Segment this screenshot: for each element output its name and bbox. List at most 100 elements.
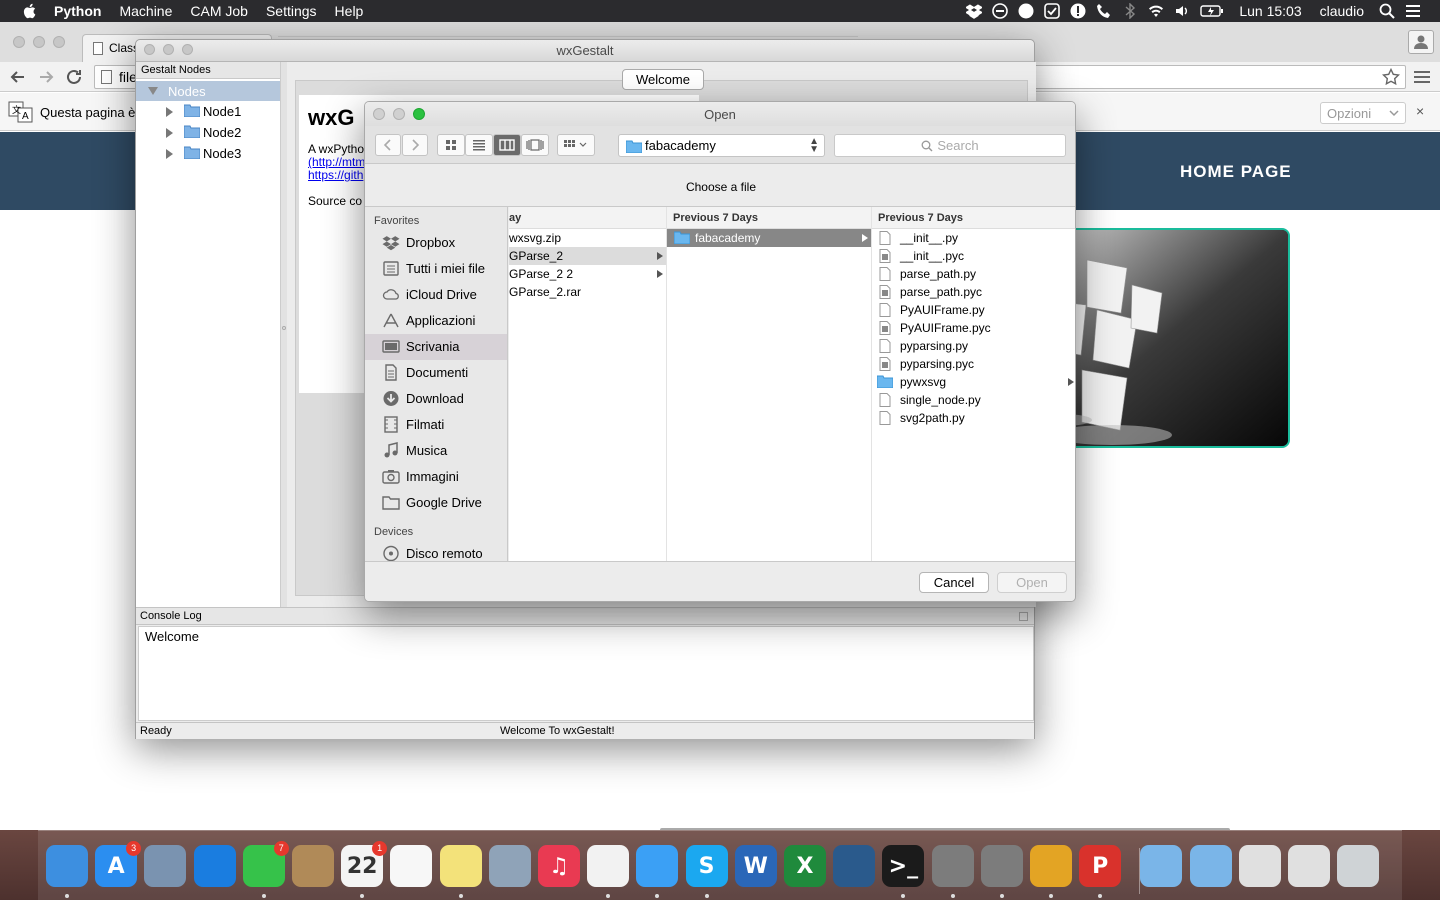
dock-finder-icon[interactable] <box>46 845 88 887</box>
list-item[interactable]: GParse_2 <box>509 247 666 265</box>
dock-safari-icon[interactable] <box>193 845 236 887</box>
browser-minimize-button[interactable] <box>33 36 45 48</box>
menu-settings[interactable]: Settings <box>266 3 317 19</box>
circle-icon[interactable] <box>1017 3 1035 19</box>
list-item[interactable]: parse_path.pyc <box>872 283 1075 301</box>
bookmark-star-icon[interactable] <box>1381 67 1401 86</box>
list-item[interactable]: GParse_2 2 <box>509 265 666 283</box>
pane-maximize-icon[interactable] <box>1019 612 1028 621</box>
battery-icon[interactable] <box>1199 3 1225 19</box>
sidebar-item-documents[interactable]: Documenti <box>365 360 507 386</box>
sidebar-item-music[interactable]: Musica <box>365 438 507 464</box>
dock-documents-stack-icon[interactable] <box>1189 845 1232 887</box>
dock-terminal-icon[interactable]: >_ <box>882 845 925 887</box>
menu-cam-job[interactable]: CAM Job <box>190 3 248 19</box>
reload-icon[interactable] <box>64 67 84 87</box>
dock-docs-stack-2-icon[interactable] <box>1288 845 1330 887</box>
dock-word-icon[interactable]: W <box>734 845 777 887</box>
dialog-minimize-button[interactable] <box>393 108 405 120</box>
list-item[interactable]: __init__.pyc <box>872 247 1075 265</box>
sidebar-item-applications[interactable]: Applicazioni <box>365 308 507 334</box>
dock-photos-icon[interactable] <box>587 845 630 887</box>
sidebar-item-remote-disc[interactable]: Disco remoto <box>365 541 507 561</box>
alert-icon[interactable] <box>1069 3 1087 19</box>
menu-user[interactable]: claudio <box>1320 3 1364 19</box>
dialog-close-button[interactable] <box>373 108 385 120</box>
tree-root-nodes[interactable]: Nodes <box>136 81 280 101</box>
browser-zoom-button[interactable] <box>53 36 65 48</box>
dock-inkscape-1-icon[interactable] <box>931 845 974 887</box>
volume-icon[interactable] <box>1173 3 1191 19</box>
dock-chrome-icon[interactable] <box>1030 845 1072 887</box>
list-view-button[interactable] <box>465 134 493 156</box>
check-icon[interactable] <box>1043 3 1061 19</box>
dock-itunes-icon[interactable]: ♫ <box>538 845 580 887</box>
dock-app-store-icon[interactable]: A3 <box>95 841 142 887</box>
list-item[interactable]: parse_path.py <box>872 265 1075 283</box>
arrange-button[interactable] <box>557 134 595 156</box>
sidebar-item-movies[interactable]: Filmati <box>365 412 507 438</box>
dock-preview-icon[interactable] <box>144 845 187 887</box>
sidebar-item-icloud[interactable]: iCloud Drive <box>365 282 507 308</box>
disclosure-triangle-icon[interactable] <box>166 128 173 138</box>
list-item[interactable]: GParse_2.rar <box>509 283 666 301</box>
dock-calendar-icon[interactable]: 22 1 <box>341 841 388 887</box>
sidebar-item-dropbox[interactable]: Dropbox <box>365 230 507 256</box>
options-dropdown[interactable]: Opzioni <box>1320 102 1406 124</box>
dock-unknown-app-icon[interactable] <box>833 845 876 887</box>
back-arrow-icon[interactable] <box>8 67 28 87</box>
list-item[interactable]: PyAUIFrame.pyc <box>872 319 1075 337</box>
translate-close-button[interactable]: × <box>1416 103 1424 119</box>
dock-docs-stack-1-icon[interactable] <box>1238 845 1281 887</box>
profile-button[interactable] <box>1408 30 1434 54</box>
dock-skype-icon[interactable]: S <box>685 845 728 887</box>
tree-node-1[interactable]: Node1 <box>136 101 280 122</box>
forward-button[interactable] <box>402 134 428 156</box>
disclosure-triangle-icon[interactable] <box>148 87 158 95</box>
list-item[interactable]: single_node.py <box>872 391 1075 409</box>
disclosure-triangle-icon[interactable] <box>166 107 173 117</box>
sync-icon[interactable] <box>991 3 1009 19</box>
console-log[interactable]: Welcome <box>138 626 1034 721</box>
dock-reminders-icon[interactable] <box>390 845 433 887</box>
dock-notes-icon[interactable] <box>439 845 482 887</box>
menu-machine[interactable]: Machine <box>119 3 172 19</box>
list-item[interactable]: wxsvg.zip <box>509 229 666 247</box>
tab-welcome[interactable]: Welcome <box>622 69 704 90</box>
back-button[interactable] <box>375 134 401 156</box>
dock-downloads-stack-icon[interactable] <box>1140 845 1183 887</box>
column-view-button[interactable] <box>493 134 521 156</box>
wx-close-button[interactable] <box>144 44 155 55</box>
dock-pdf-app-icon[interactable]: P <box>1079 845 1122 887</box>
forward-arrow-icon[interactable] <box>36 67 56 87</box>
sidebar-item-pictures[interactable]: Immagini <box>365 464 507 490</box>
location-popup[interactable]: fabacademy ▲ ▼ <box>618 134 825 157</box>
list-item[interactable]: pyparsing.py <box>872 337 1075 355</box>
menu-app-name[interactable]: Python <box>54 3 101 19</box>
dock-excel-icon[interactable]: X <box>784 845 826 887</box>
menu-clock[interactable]: Lun 15:03 <box>1239 3 1301 19</box>
dock-facetime-icon[interactable]: 7 <box>242 841 289 887</box>
dock-contacts-icon[interactable] <box>292 845 334 887</box>
phone-icon[interactable] <box>1095 3 1113 19</box>
list-item[interactable]: PyAUIFrame.py <box>872 301 1075 319</box>
dropbox-icon[interactable] <box>965 3 983 19</box>
search-field[interactable]: Search <box>834 134 1066 157</box>
icon-view-button[interactable] <box>437 134 465 156</box>
open-button[interactable]: Open <box>997 572 1067 593</box>
list-item[interactable]: pywxsvg <box>872 373 1075 391</box>
list-item[interactable]: fabacademy <box>667 229 871 247</box>
home-page-link[interactable]: HOME PAGE <box>1180 162 1292 182</box>
tree-node-3[interactable]: Node3 <box>136 143 280 164</box>
sidebar-item-google-drive[interactable]: Google Drive <box>365 490 507 516</box>
sidebar-item-download[interactable]: Download <box>365 386 507 412</box>
sidebar-item-desktop[interactable]: Scrivania <box>365 334 507 360</box>
tree-node-2[interactable]: Node2 <box>136 122 280 143</box>
dock-messages-icon[interactable] <box>636 845 679 887</box>
coverflow-view-button[interactable] <box>521 134 549 156</box>
dock-system-prefs-icon[interactable] <box>488 845 531 887</box>
spotlight-search-icon[interactable] <box>1378 3 1396 19</box>
wx-minimize-button[interactable] <box>163 44 174 55</box>
notification-center-icon[interactable] <box>1404 3 1422 19</box>
dock-trash-icon[interactable] <box>1337 845 1380 887</box>
